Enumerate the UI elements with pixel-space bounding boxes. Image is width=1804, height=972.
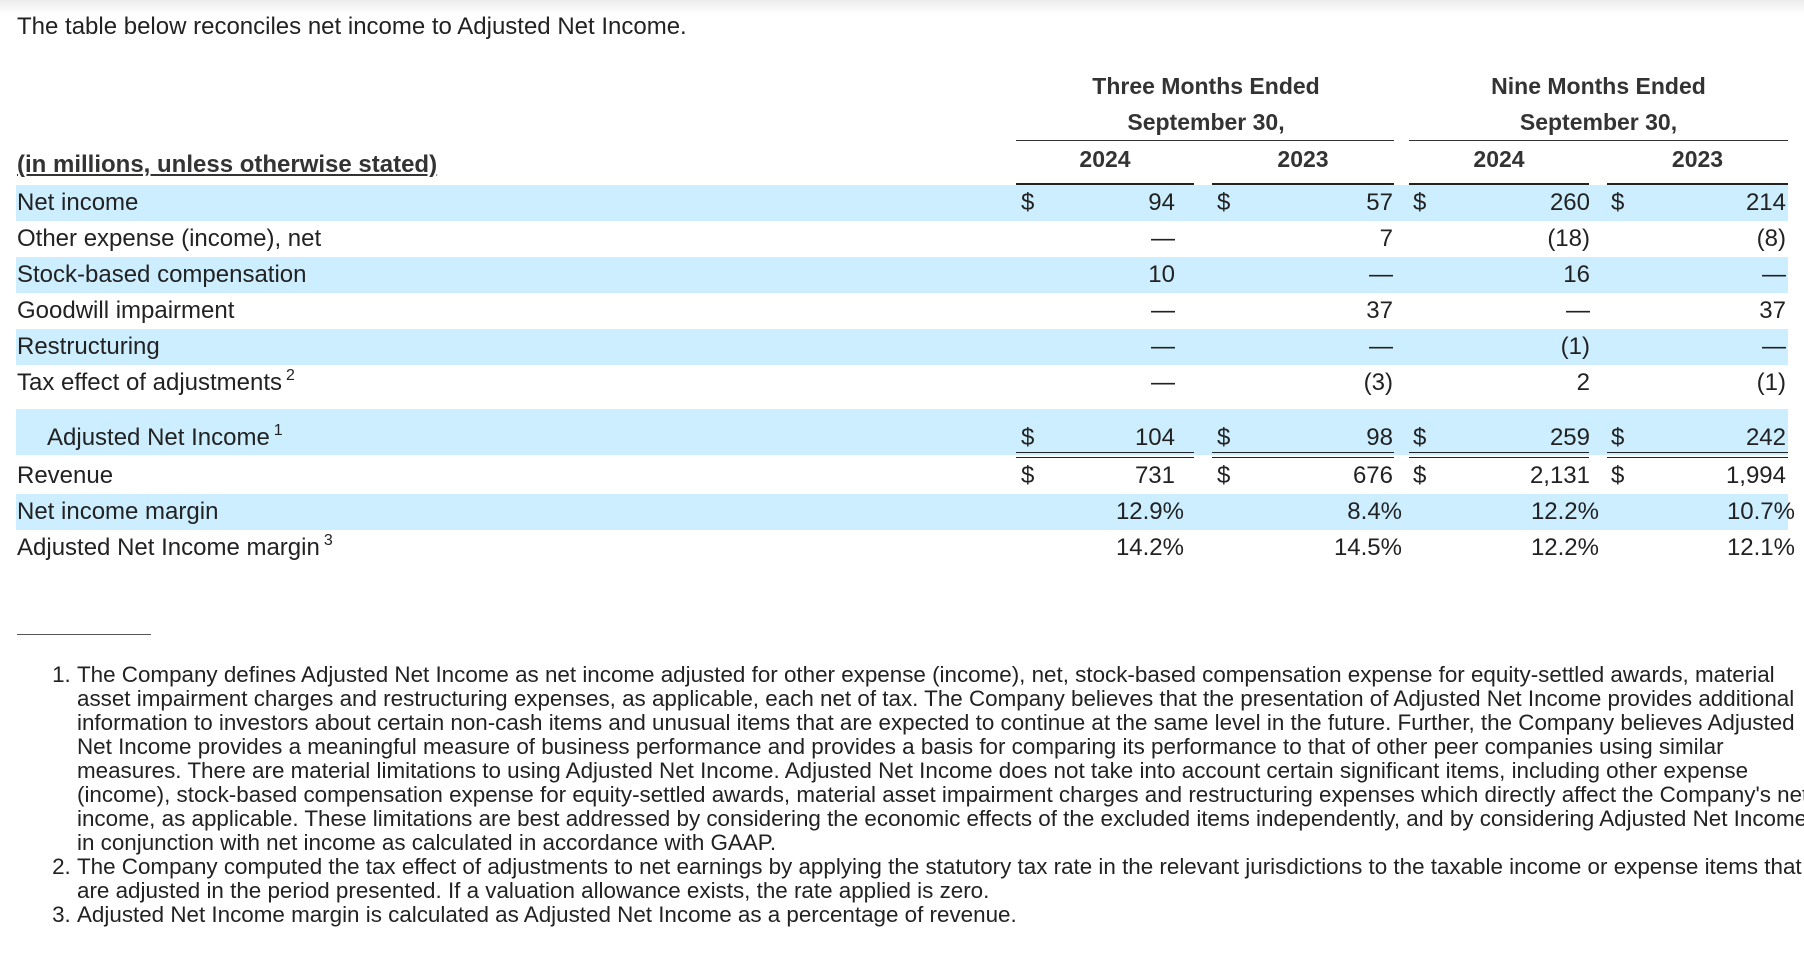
- currency-symbol: $: [1413, 462, 1427, 489]
- footnote-3: Adjusted Net Income margin is calculated…: [77, 903, 1804, 927]
- footnote-1: The Company defines Adjusted Net Income …: [77, 663, 1804, 855]
- value-cell: —: [1151, 297, 1175, 324]
- value-cell: —: [1151, 369, 1175, 396]
- row-label-text: Net income margin: [17, 498, 219, 525]
- row-label-text: Restructuring: [17, 333, 160, 360]
- double-rule: [1212, 452, 1394, 458]
- row-label: Restructuring: [17, 329, 160, 365]
- value-cell: (3): [1363, 369, 1393, 396]
- year-header: 2023: [1277, 146, 1329, 172]
- value-cell: 10: [1148, 261, 1175, 288]
- value-cell: —: [1762, 333, 1786, 360]
- currency-symbol: $: [1611, 462, 1625, 489]
- year-header: 2024: [1079, 146, 1131, 172]
- value-cell: 12.9%: [1115, 498, 1184, 525]
- currency-symbol: $: [1217, 462, 1231, 489]
- value-cell: 12.2%: [1530, 498, 1599, 525]
- footnotes-list: The Company defines Adjusted Net Income …: [48, 663, 1804, 927]
- row-label-text: Net income: [17, 189, 139, 216]
- row-label-text: Adjusted Net Income: [47, 424, 270, 451]
- footnote-ref: 2: [286, 367, 295, 384]
- value-cell: (8): [1756, 225, 1786, 252]
- footnote-separator: [17, 634, 151, 635]
- currency-symbol: $: [1217, 189, 1231, 216]
- group-1-line-1: Three Months Ended: [1092, 73, 1320, 99]
- footnote-ref: 3: [323, 532, 333, 549]
- value-cell: 731: [1134, 462, 1175, 489]
- footnote-ref: 1: [273, 422, 283, 439]
- row-label: Other expense (income), net: [17, 221, 321, 257]
- row-label: Stock-based compensation: [17, 257, 307, 293]
- value-cell: 94: [1148, 189, 1175, 216]
- double-rule: [1016, 452, 1194, 458]
- value-cell: (1): [1560, 333, 1590, 360]
- value-cell: 12.1%: [1726, 534, 1795, 561]
- year-header: 2024: [1473, 146, 1525, 172]
- value-cell: —: [1151, 333, 1175, 360]
- value-cell: 37: [1366, 297, 1393, 324]
- value-cell: —: [1762, 261, 1786, 288]
- intro-text: The table below reconciles net income to…: [17, 13, 687, 40]
- value-cell: (18): [1547, 225, 1590, 252]
- row-label-text: Tax effect of adjustments: [17, 369, 283, 396]
- currency-symbol: $: [1021, 462, 1035, 489]
- currency-symbol: $: [1413, 424, 1427, 451]
- currency-symbol: $: [1021, 424, 1035, 451]
- value-cell: 16: [1563, 261, 1590, 288]
- value-cell: 12.2%: [1530, 534, 1599, 561]
- currency-symbol: $: [1217, 424, 1231, 451]
- value-cell: 10.7%: [1726, 498, 1795, 525]
- currency-symbol: $: [1611, 189, 1625, 216]
- value-cell: 8.4%: [1347, 498, 1402, 525]
- row-label: Net income: [17, 185, 138, 221]
- row-label: Revenue: [17, 458, 113, 494]
- year-header: 2023: [1671, 146, 1724, 172]
- currency-symbol: $: [1611, 424, 1625, 451]
- value-cell: 7: [1379, 225, 1393, 252]
- row-label-text: Adjusted Net Income margin: [17, 534, 320, 561]
- footnote-2: The Company computed the tax effect of a…: [77, 855, 1804, 903]
- row-label: Adjusted Net Income margin 3: [17, 530, 333, 569]
- row-label: Adjusted Net Income 1: [47, 420, 283, 459]
- group-1-line-2: September 30,: [1127, 109, 1285, 135]
- currency-symbol: $: [1413, 189, 1427, 216]
- currency-symbol: $: [1021, 189, 1035, 216]
- double-rule: [1607, 452, 1788, 458]
- row-label-text: Goodwill impairment: [17, 297, 235, 324]
- row-label: Goodwill impairment: [17, 293, 234, 329]
- units-label: (in millions, unless otherwise stated): [17, 151, 438, 178]
- row-label-text: Other expense (income), net: [17, 225, 322, 252]
- value-cell: —: [1151, 225, 1175, 252]
- value-cell: —: [1566, 297, 1590, 324]
- value-cell: (1): [1756, 369, 1786, 396]
- value-cell: 37: [1759, 297, 1786, 324]
- row-label: Net income margin: [17, 494, 218, 530]
- row-label: Tax effect of adjustments 2: [17, 365, 295, 404]
- value-cell: 14.5%: [1333, 534, 1402, 561]
- value-cell: 2: [1576, 369, 1590, 396]
- value-cell: —: [1369, 261, 1393, 288]
- group-2-line-2: September 30,: [1519, 109, 1678, 135]
- value-cell: —: [1369, 333, 1393, 360]
- group-2-line-1: Nine Months Ended: [1491, 73, 1706, 99]
- value-cell: 14.2%: [1115, 534, 1184, 561]
- double-rule: [1409, 452, 1589, 458]
- value-cell: 104: [1134, 424, 1175, 451]
- row-label-text: Stock-based compensation: [17, 261, 307, 288]
- row-label-text: Revenue: [17, 462, 114, 489]
